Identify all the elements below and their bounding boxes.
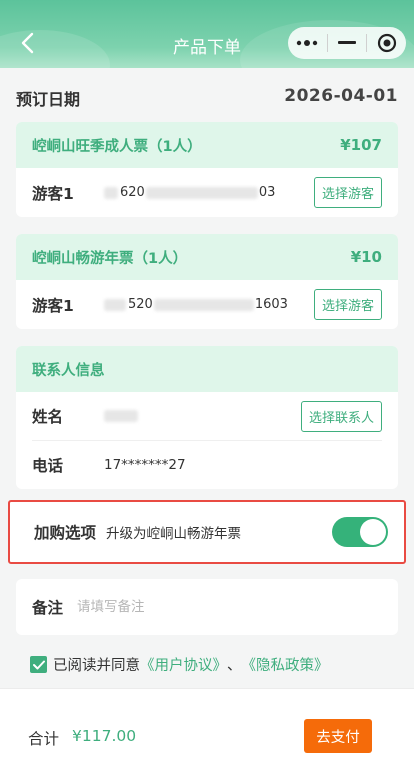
booking-date-value: 2026-04-01 (284, 86, 398, 106)
contact-card: 联系人信息 姓名 选择联系人 电话 17*******27 (16, 346, 398, 489)
booking-date-row: 预订日期 2026-04-01 (16, 86, 398, 110)
more-button[interactable] (288, 27, 327, 59)
agreement-row: 已阅读并同意 《用户协议》 、 《隐私政策》 (30, 654, 329, 675)
visitor-id-visible-end: 03 (258, 185, 276, 200)
close-button[interactable] (367, 27, 406, 59)
addon-option-row: 加购选项 升级为崆峒山畅游年票 (16, 506, 398, 558)
remark-label: 备注 (32, 599, 64, 617)
visitor-row: 游客1 620 03 选择游客 (16, 168, 398, 217)
redacted-id (104, 186, 118, 199)
visitor-row: 游客1 520 1603 选择游客 (16, 280, 398, 329)
checkout-footer: 合计 ¥117.00 去支付 (0, 688, 414, 780)
checkmark-icon (32, 660, 45, 669)
contact-phone-row: 电话 17*******27 (16, 441, 398, 489)
toggle-knob (360, 519, 386, 545)
contact-name-label: 姓名 (32, 408, 64, 426)
user-agreement-link[interactable]: 《用户协议》 (140, 654, 227, 675)
agreement-text: 已阅读并同意 (53, 658, 140, 674)
addon-title: 加购选项 (34, 524, 97, 542)
redacted-id (153, 298, 254, 311)
total-label: 合计 (28, 730, 60, 748)
ticket-card: 崆峒山旺季成人票（1人） ¥107 游客1 620 03 选择游客 (16, 122, 398, 217)
ticket-header: 崆峒山旺季成人票（1人） ¥107 (16, 122, 398, 168)
ticket-card: 崆峒山畅游年票（1人） ¥10 游客1 520 1603 选择游客 (16, 234, 398, 329)
more-dots-icon (297, 40, 318, 46)
agreement-separator: 、 (227, 658, 242, 674)
total-amount: ¥117.00 (72, 727, 137, 745)
contact-header: 联系人信息 (16, 346, 398, 392)
agreement-checkbox[interactable] (30, 656, 47, 673)
visitor-label: 游客1 (32, 296, 74, 315)
visitor-id: 620 03 (104, 185, 314, 200)
ticket-price: ¥10 (350, 248, 382, 266)
addon-toggle-switch[interactable] (332, 517, 388, 547)
remark-input[interactable] (77, 599, 382, 615)
visitor-id-visible: 620 (120, 185, 145, 200)
remark-row: 备注 (16, 579, 398, 635)
mini-program-capsule (288, 27, 406, 59)
contact-name-row: 姓名 选择联系人 (16, 392, 398, 440)
contact-section-title: 联系人信息 (32, 362, 105, 379)
ticket-header: 崆峒山畅游年票（1人） ¥10 (16, 234, 398, 280)
redacted-id (145, 186, 258, 199)
contact-phone-label: 电话 (32, 457, 64, 475)
addon-option-highlight: 加购选项 升级为崆峒山畅游年票 (8, 500, 406, 564)
visitor-id: 520 1603 (104, 297, 314, 312)
contact-phone-value: 17*******27 (104, 457, 186, 473)
visitor-id-visible-end: 1603 (254, 297, 288, 312)
contact-name-value (104, 410, 301, 422)
visitor-label: 游客1 (32, 184, 74, 203)
minimize-button[interactable] (328, 27, 367, 59)
ticket-price: ¥107 (340, 136, 382, 154)
ticket-name: 崆峒山旺季成人票（1人） (32, 138, 202, 155)
redacted-name (104, 410, 138, 422)
addon-description: 升级为崆峒山畅游年票 (106, 526, 242, 542)
visitor-id-visible: 520 (128, 297, 153, 312)
select-visitor-button[interactable]: 选择游客 (313, 177, 382, 208)
target-circle-icon (377, 33, 396, 53)
minus-icon (337, 41, 356, 44)
top-navigation-bar: 产品下单 (0, 0, 414, 68)
pay-button[interactable]: 去支付 (304, 719, 372, 753)
redacted-id (104, 298, 126, 311)
privacy-policy-link[interactable]: 《隐私政策》 (242, 654, 329, 675)
ticket-name: 崆峒山畅游年票（1人） (32, 250, 188, 267)
select-contact-button[interactable]: 选择联系人 (300, 400, 382, 432)
booking-date-label: 预订日期 (16, 90, 81, 109)
select-visitor-button[interactable]: 选择游客 (313, 289, 382, 320)
